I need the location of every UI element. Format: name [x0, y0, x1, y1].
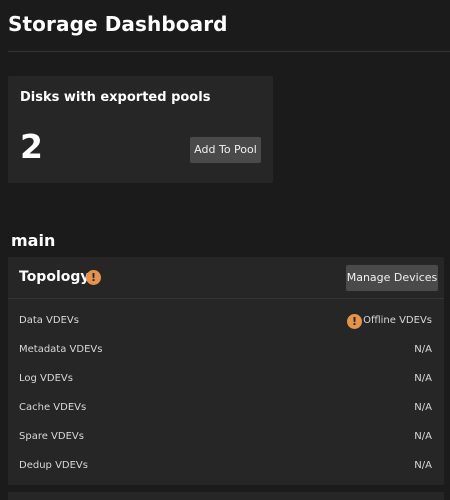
vdev-label: Dedup VDEVs [19, 460, 88, 471]
vdev-row-metadata: Metadata VDEVs N/A [19, 344, 432, 360]
exported-pools-title: Disks with exported pools [20, 90, 211, 105]
vdev-value: N/A [414, 344, 432, 355]
next-card-edge [8, 492, 444, 500]
vdev-row-dedup: Dedup VDEVs N/A [19, 460, 432, 476]
vdev-row-data: Data VDEVs ! Offline VDEVs [19, 314, 432, 331]
exported-pools-count: 2 [20, 127, 43, 166]
vdev-label: Data VDEVs [19, 315, 79, 326]
vdev-label: Metadata VDEVs [19, 344, 103, 355]
title-divider [8, 51, 450, 52]
vdev-value: N/A [414, 402, 432, 413]
topology-header: Topology ! Manage Devices [8, 257, 444, 299]
warning-icon[interactable]: ! [86, 270, 101, 285]
page-title: Storage Dashboard [8, 12, 228, 36]
topology-card: Topology ! Manage Devices Data VDEVs ! O… [8, 257, 444, 485]
manage-devices-button[interactable]: Manage Devices [346, 265, 438, 291]
vdev-value: N/A [414, 431, 432, 442]
vdev-value: Offline VDEVs [363, 315, 432, 326]
warning-icon[interactable]: ! [347, 314, 362, 329]
vdev-row-spare: Spare VDEVs N/A [19, 431, 432, 447]
topology-title: Topology [19, 269, 90, 285]
vdev-value: N/A [414, 460, 432, 471]
vdev-label: Cache VDEVs [19, 402, 87, 413]
vdev-row-cache: Cache VDEVs N/A [19, 402, 432, 418]
vdev-value: N/A [414, 373, 432, 384]
vdev-label: Spare VDEVs [19, 431, 84, 442]
pool-name: main [11, 231, 56, 250]
add-to-pool-button[interactable]: Add To Pool [190, 137, 261, 163]
vdev-row-log: Log VDEVs N/A [19, 373, 432, 389]
vdev-label: Log VDEVs [19, 373, 73, 384]
exported-pools-card: Disks with exported pools 2 Add To Pool [8, 76, 273, 183]
